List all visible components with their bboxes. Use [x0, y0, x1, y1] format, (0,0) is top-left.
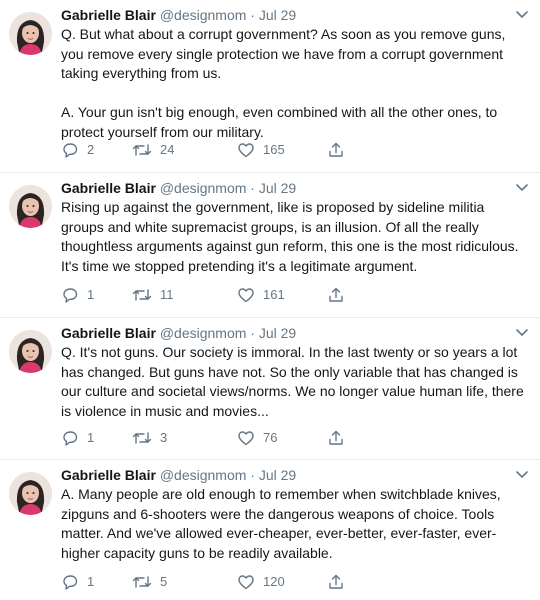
like-button[interactable]: 165: [237, 140, 285, 160]
tweet-date[interactable]: Jul 29: [259, 325, 296, 341]
retweet-count: 24: [160, 142, 175, 157]
like-count: 165: [263, 142, 285, 157]
share-icon: [327, 573, 345, 591]
retweet-count: 3: [160, 430, 168, 445]
separator-dot: ·: [250, 7, 255, 23]
author-name[interactable]: Gabrielle Blair: [61, 467, 156, 483]
share-button[interactable]: [327, 140, 345, 160]
share-button[interactable]: [327, 428, 345, 448]
retweet-button[interactable]: 11: [132, 285, 174, 305]
author-name[interactable]: Gabrielle Blair: [61, 325, 156, 341]
like-count: 76: [263, 430, 278, 445]
separator-dot: ·: [250, 467, 255, 483]
heart-icon: [237, 141, 255, 159]
author-handle[interactable]: @designmom: [160, 180, 247, 196]
reply-icon: [61, 573, 79, 591]
retweet-button[interactable]: 5: [132, 572, 167, 592]
author-name[interactable]: Gabrielle Blair: [61, 7, 156, 23]
heart-icon: [237, 429, 255, 447]
retweet-count: 5: [160, 574, 168, 589]
reply-icon: [61, 429, 79, 447]
reply-button[interactable]: 2: [61, 140, 94, 160]
tweet[interactable]: Gabrielle Blair @designmom · Jul 29 Q. I…: [0, 318, 540, 460]
tweet-header: Gabrielle Blair @designmom · Jul 29: [61, 466, 510, 484]
avatar[interactable]: [9, 185, 52, 228]
retweet-icon: [132, 141, 152, 159]
retweet-button[interactable]: 3: [132, 428, 167, 448]
reply-count: 1: [87, 430, 95, 445]
avatar[interactable]: [9, 330, 52, 373]
reply-icon: [61, 286, 79, 304]
tweet[interactable]: Gabrielle Blair @designmom · Jul 29 A. M…: [0, 460, 540, 600]
author-handle[interactable]: @designmom: [160, 467, 247, 483]
chevron-down-icon[interactable]: [514, 181, 530, 193]
reply-count: 2: [87, 142, 95, 157]
chevron-down-icon[interactable]: [514, 468, 530, 480]
like-button[interactable]: 76: [237, 428, 277, 448]
like-button[interactable]: 161: [237, 285, 285, 305]
share-icon: [327, 286, 345, 304]
avatar[interactable]: [9, 472, 52, 515]
reply-icon: [61, 141, 79, 159]
share-icon: [327, 429, 345, 447]
tweet-date[interactable]: Jul 29: [259, 7, 296, 23]
retweet-icon: [132, 429, 152, 447]
tweet-header: Gabrielle Blair @designmom · Jul 29: [61, 6, 510, 24]
tweet-feed: Gabrielle Blair @designmom · Jul 29 Q. B…: [0, 0, 540, 600]
reply-button[interactable]: 1: [61, 428, 94, 448]
reply-count: 1: [87, 574, 95, 589]
tweet-date[interactable]: Jul 29: [259, 467, 296, 483]
reply-button[interactable]: 1: [61, 572, 94, 592]
like-count: 120: [263, 574, 285, 589]
author-name[interactable]: Gabrielle Blair: [61, 180, 156, 196]
tweet-text: Q. It's not guns. Our society is immoral…: [61, 344, 524, 419]
retweet-button[interactable]: 24: [132, 140, 174, 160]
author-handle[interactable]: @designmom: [160, 7, 247, 23]
tweet-text: Q. But what about a corrupt government? …: [61, 26, 506, 140]
avatar[interactable]: [9, 12, 52, 55]
chevron-down-icon[interactable]: [514, 326, 530, 338]
tweet[interactable]: Gabrielle Blair @designmom · Jul 29 Q. B…: [0, 0, 540, 173]
tweet-date[interactable]: Jul 29: [259, 180, 296, 196]
author-handle[interactable]: @designmom: [160, 325, 247, 341]
tweet-text: A. Many people are old enough to remembe…: [61, 486, 501, 561]
retweet-icon: [132, 573, 152, 591]
share-button[interactable]: [327, 285, 345, 305]
like-button[interactable]: 120: [237, 572, 285, 592]
chevron-down-icon[interactable]: [514, 8, 530, 20]
heart-icon: [237, 286, 255, 304]
separator-dot: ·: [250, 325, 255, 341]
heart-icon: [237, 573, 255, 591]
tweet-header: Gabrielle Blair @designmom · Jul 29: [61, 324, 510, 342]
share-button[interactable]: [327, 572, 345, 592]
tweet-text: Rising up against the government, like i…: [61, 199, 519, 274]
reply-count: 1: [87, 287, 95, 302]
reply-button[interactable]: 1: [61, 285, 94, 305]
tweet-header: Gabrielle Blair @designmom · Jul 29: [61, 179, 510, 197]
retweet-count: 11: [160, 287, 174, 302]
separator-dot: ·: [250, 180, 255, 196]
like-count: 161: [263, 287, 285, 302]
tweet[interactable]: Gabrielle Blair @designmom · Jul 29 Risi…: [0, 173, 540, 318]
retweet-icon: [132, 286, 152, 304]
share-icon: [327, 141, 345, 159]
